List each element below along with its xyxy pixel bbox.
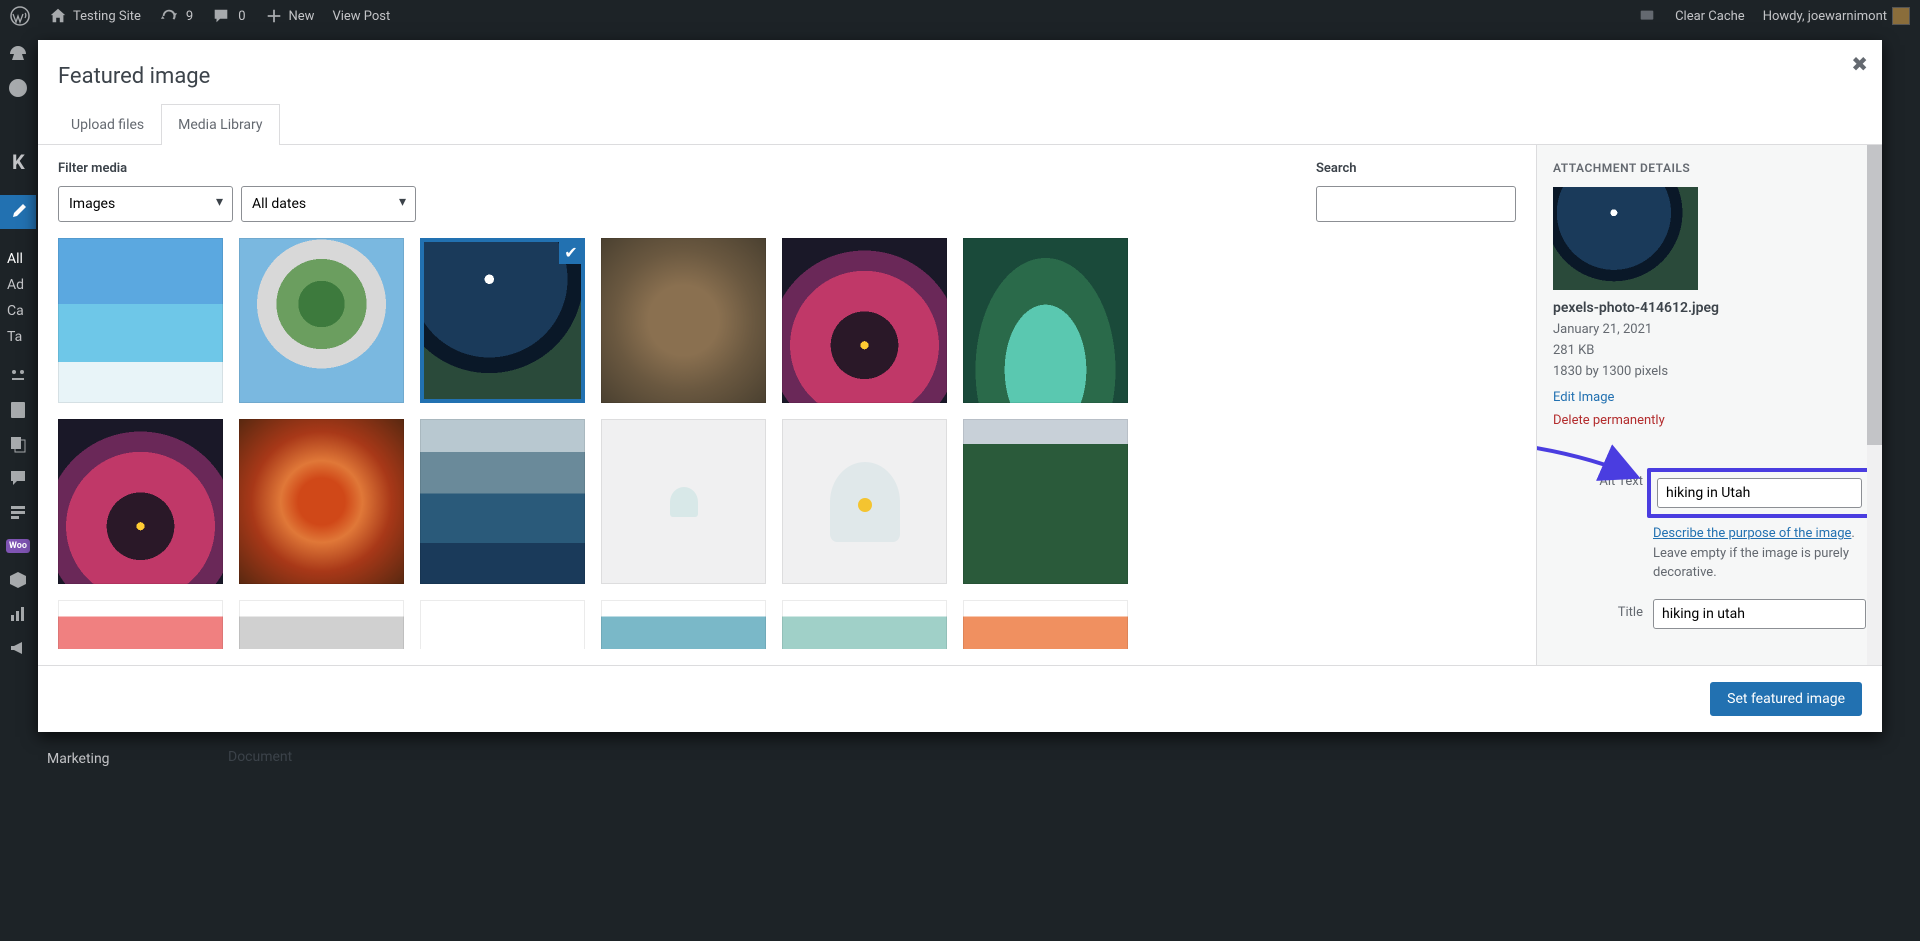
bg-k-label: K [12, 150, 25, 174]
pages-icon[interactable] [0, 393, 36, 427]
delete-permanently-link[interactable]: Delete permanently [1553, 413, 1665, 428]
media-icon[interactable] [0, 359, 36, 393]
bg-marketing-label[interactable]: Marketing [47, 751, 110, 767]
update-icon [159, 6, 179, 26]
attachment-details-heading: ATTACHMENT DETAILS [1553, 161, 1866, 175]
admin-bar: Testing Site 9 0 New View Post [0, 0, 1920, 32]
analytics-icon[interactable] [0, 597, 36, 631]
copy-icon[interactable] [0, 427, 36, 461]
media-item[interactable] [782, 238, 947, 403]
media-item[interactable] [963, 419, 1128, 584]
modal-tabs: Upload files Media Library [38, 104, 1882, 145]
media-item[interactable] [420, 419, 585, 584]
new-content-label: New [289, 9, 315, 24]
comments-count: 0 [238, 9, 245, 24]
close-button[interactable]: ✖ [1851, 52, 1868, 76]
avatar [1892, 7, 1910, 25]
clear-cache-label: Clear Cache [1675, 9, 1745, 24]
alt-text-label: Alt Text [1553, 468, 1643, 489]
media-item[interactable] [963, 238, 1128, 403]
media-item[interactable] [601, 600, 766, 649]
clear-cache-link[interactable]: Clear Cache [1675, 9, 1745, 24]
posts-icon[interactable] [0, 195, 36, 229]
home-icon [48, 6, 68, 26]
alt-text-highlight [1647, 468, 1872, 518]
filter-media-label: Filter media [58, 161, 1306, 176]
bg-add-label[interactable]: Ad [7, 277, 24, 293]
notifications-link[interactable] [1637, 6, 1657, 26]
speech-icon [1637, 6, 1657, 26]
attachment-dimensions: 1830 by 1300 pixels [1553, 362, 1866, 383]
bg-document-label: Document [228, 749, 292, 765]
edit-image-link[interactable]: Edit Image [1553, 390, 1614, 405]
media-item[interactable] [239, 419, 404, 584]
title-input[interactable] [1653, 599, 1866, 629]
media-item[interactable] [963, 600, 1128, 649]
modal-footer: Set featured image [38, 665, 1882, 732]
updates-link[interactable]: 9 [159, 6, 193, 26]
updates-count: 9 [186, 9, 193, 24]
comments-menu-icon[interactable] [0, 461, 36, 495]
scrollbar[interactable] [1867, 145, 1882, 665]
comments-link[interactable]: 0 [211, 6, 245, 26]
dashboard-icon[interactable] [0, 37, 36, 71]
alt-text-input[interactable] [1657, 478, 1862, 508]
site-name-label: Testing Site [73, 9, 141, 24]
bg-all-label[interactable]: All [7, 251, 24, 267]
account-link[interactable]: Howdy, joewarnimont [1763, 7, 1910, 25]
site-name-link[interactable]: Testing Site [48, 6, 141, 26]
attachment-size: 281 KB [1553, 341, 1866, 362]
new-content-link[interactable]: New [264, 6, 315, 26]
bg-sidebar-labels: All Ad Ca Ta [7, 251, 24, 355]
media-item[interactable] [601, 238, 766, 403]
media-browser: Filter media Images All dates [38, 145, 1536, 665]
view-post-label: View Post [332, 9, 390, 24]
filter-type-select[interactable]: Images [58, 186, 233, 222]
attachment-details-pane: ATTACHMENT DETAILS pexels-photo-414612.j… [1536, 145, 1882, 665]
forms-icon[interactable] [0, 495, 36, 529]
modal-title: Featured image [38, 40, 1882, 99]
plus-icon [264, 6, 284, 26]
howdy-label: Howdy, joewarnimont [1763, 9, 1887, 24]
media-item[interactable] [239, 600, 404, 649]
bg-tag-label[interactable]: Ta [7, 329, 24, 345]
attachment-date: January 21, 2021 [1553, 320, 1866, 341]
jetpack-icon[interactable] [0, 71, 36, 105]
view-post-link[interactable]: View Post [332, 9, 390, 24]
attachment-thumbnail [1553, 187, 1698, 290]
media-item[interactable] [601, 419, 766, 584]
search-input[interactable] [1316, 186, 1516, 222]
check-icon: ✔ [559, 240, 583, 264]
media-item[interactable] [58, 419, 223, 584]
media-item[interactable] [239, 238, 404, 403]
media-item[interactable] [782, 419, 947, 584]
attachment-filename: pexels-photo-414612.jpeg [1553, 300, 1866, 316]
megaphone-icon[interactable] [0, 631, 36, 665]
set-featured-image-button[interactable]: Set featured image [1710, 682, 1862, 716]
media-item-selected[interactable]: ✔ [420, 238, 585, 403]
tab-upload-files[interactable]: Upload files [54, 104, 161, 145]
media-item[interactable] [782, 600, 947, 649]
wp-logo[interactable] [10, 6, 30, 26]
media-item[interactable] [58, 600, 223, 649]
bg-cat-label[interactable]: Ca [7, 303, 24, 319]
featured-image-modal: Featured image ✖ Upload files Media Libr… [38, 40, 1882, 732]
products-icon[interactable] [0, 563, 36, 597]
title-label: Title [1553, 599, 1643, 620]
comment-icon [211, 6, 231, 26]
media-item[interactable] [58, 238, 223, 403]
wordpress-icon [10, 6, 30, 26]
media-grid: ✔ [58, 238, 1516, 649]
alt-text-help: Describe the purpose of the image. Leave… [1653, 524, 1866, 583]
woo-icon[interactable]: Woo [0, 529, 36, 563]
alt-text-help-link[interactable]: Describe the purpose of the image [1653, 526, 1851, 541]
search-label: Search [1316, 161, 1516, 176]
media-item[interactable] [420, 600, 585, 649]
tab-media-library[interactable]: Media Library [161, 104, 279, 145]
filter-date-select[interactable]: All dates [241, 186, 416, 222]
